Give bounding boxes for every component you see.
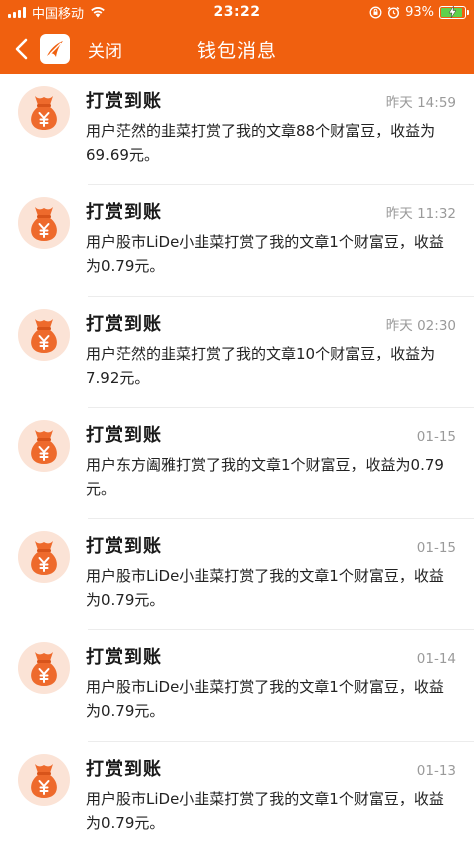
message-time: 昨天 14:59 (385, 95, 456, 111)
message-body: 打赏到账 昨天 11:32 用户股市LiDe小韭菜打赏了我的文章1个财富豆，收益… (70, 185, 474, 296)
message-body: 打赏到账 昨天 14:59 用户茫然的韭菜打赏了我的文章88个财富豆，收益为69… (70, 74, 474, 185)
message-time: 01-14 (416, 651, 456, 668)
alarm-icon (387, 6, 400, 19)
money-bag-icon (18, 642, 70, 695)
money-bag-icon (18, 531, 70, 584)
message-head: 打赏到账 昨天 14:59 (86, 87, 456, 113)
message-item[interactable]: 打赏到账 01-13 用户股市LiDe小韭菜打赏了我的文章1个财富豆，收益为0.… (0, 742, 474, 843)
signal-icon (8, 6, 26, 18)
message-text: 用户茫然的韭菜打赏了我的文章10个财富豆，收益为7.92元。 (86, 344, 436, 387)
message-text: 用户股市LiDe小韭菜打赏了我的文章1个财富豆，收益为0.79元。 (86, 233, 444, 276)
battery-percent: 93% (405, 4, 434, 20)
message-body: 打赏到账 01-15 用户股市LiDe小韭菜打赏了我的文章1个财富豆，收益为0.… (70, 519, 474, 630)
close-button[interactable]: 关闭 (84, 31, 126, 68)
message-body: 打赏到账 01-14 用户股市LiDe小韭菜打赏了我的文章1个财富豆，收益为0.… (70, 630, 474, 741)
carrier-label: 中国移动 (32, 6, 85, 22)
money-bag-icon (18, 86, 70, 138)
chevron-left-icon (15, 38, 28, 60)
message-title: 打赏到账 (86, 536, 162, 558)
message-item[interactable]: 打赏到账 01-15 用户东方阖雅打赏了我的文章1个财富豆，收益为0.79元。 (0, 408, 474, 520)
message-text: 用户股市LiDe小韭菜打赏了我的文章1个财富豆，收益为0.79元。 (86, 789, 444, 832)
page-title: 钱包消息 (196, 39, 278, 62)
message-head: 打赏到账 01-15 (86, 532, 456, 558)
message-head: 打赏到账 昨天 11:32 (86, 198, 456, 224)
orientation-lock-icon (369, 6, 382, 18)
status-time: 23:22 (213, 4, 261, 20)
message-item[interactable]: 打赏到账 昨天 02:30 用户茫然的韭菜打赏了我的文章10个财富豆，收益为7.… (0, 297, 474, 408)
charging-bolt-icon (448, 5, 457, 18)
message-item[interactable]: 打赏到账 昨天 11:32 用户股市LiDe小韭菜打赏了我的文章1个财富豆，收益… (0, 185, 474, 297)
message-time: 昨天 02:30 (385, 317, 456, 334)
message-time: 01-15 (416, 428, 456, 445)
money-bag-icon (18, 197, 70, 250)
message-item[interactable]: 打赏到账 01-14 用户股市LiDe小韭菜打赏了我的文章1个财富豆，收益为0.… (0, 630, 474, 742)
nav-bar: 关闭 钱包消息 (0, 24, 474, 74)
app-logo-icon (40, 34, 70, 64)
message-list: 打赏到账 昨天 14:59 用户茫然的韭菜打赏了我的文章88个财富豆，收益为69… (0, 74, 474, 843)
status-left: 中国移动 (8, 3, 106, 22)
message-title: 打赏到账 (86, 647, 162, 669)
message-time: 昨天 11:32 (385, 206, 456, 223)
message-head: 打赏到账 01-13 (86, 755, 456, 781)
message-text: 用户股市LiDe小韭菜打赏了我的文章1个财富豆，收益为0.79元。 (86, 567, 444, 610)
money-bag-icon (18, 308, 70, 361)
message-head: 打赏到账 01-14 (86, 643, 456, 669)
status-bar: 中国移动 23:22 93% (0, 0, 474, 24)
message-title: 打赏到账 (86, 313, 162, 335)
message-body: 打赏到账 昨天 02:30 用户茫然的韭菜打赏了我的文章10个财富豆，收益为7.… (70, 297, 474, 408)
message-body: 打赏到账 01-15 用户东方阖雅打赏了我的文章1个财富豆，收益为0.79元。 (70, 408, 474, 519)
message-item[interactable]: 打赏到账 01-15 用户股市LiDe小韭菜打赏了我的文章1个财富豆，收益为0.… (0, 519, 474, 631)
message-text: 用户股市LiDe小韭菜打赏了我的文章1个财富豆，收益为0.79元。 (86, 678, 444, 721)
message-title: 打赏到账 (86, 202, 162, 224)
message-text: 用户茫然的韭菜打赏了我的文章88个财富豆，收益为69.69元。 (86, 122, 436, 164)
message-text: 用户东方阖雅打赏了我的文章1个财富豆，收益为0.79元。 (86, 455, 444, 498)
status-right: 93% (369, 4, 469, 20)
message-head: 打赏到账 昨天 02:30 (86, 310, 456, 336)
money-bag-icon (18, 753, 70, 806)
back-button[interactable] (6, 29, 36, 69)
message-title: 打赏到账 (86, 758, 162, 780)
message-body: 打赏到账 01-13 用户股市LiDe小韭菜打赏了我的文章1个财富豆，收益为0.… (70, 742, 474, 843)
message-time: 01-13 (416, 762, 456, 779)
money-bag-icon (18, 419, 70, 472)
message-item[interactable]: 打赏到账 昨天 14:59 用户茫然的韭菜打赏了我的文章88个财富豆，收益为69… (0, 74, 474, 186)
message-title: 打赏到账 (86, 91, 162, 112)
message-title: 打赏到账 (86, 424, 162, 446)
message-head: 打赏到账 01-15 (86, 421, 456, 447)
wifi-icon (91, 7, 105, 18)
battery-icon (439, 5, 469, 19)
message-time: 01-15 (416, 540, 456, 557)
